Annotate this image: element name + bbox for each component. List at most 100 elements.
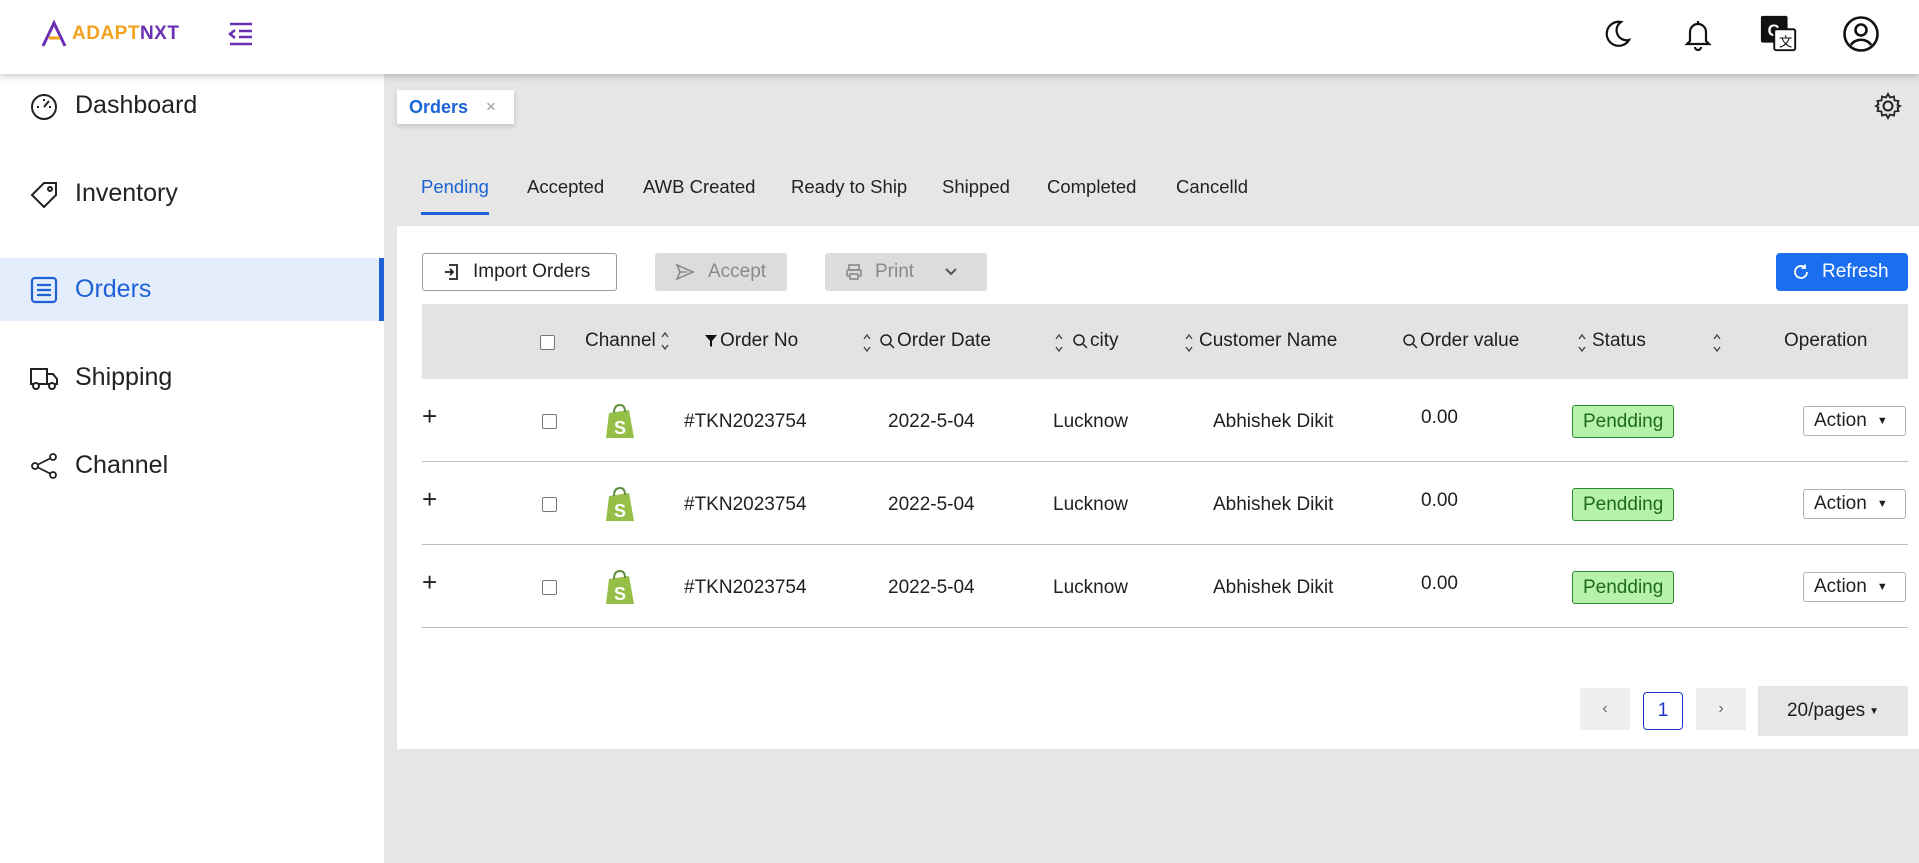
chevron-left-icon: ‹ [1602,700,1608,717]
top-bar: ADAPTNXT G 文 [0,0,1919,74]
page-number-button[interactable]: 1 [1643,692,1683,730]
close-icon[interactable]: × [486,97,496,117]
sort-icon[interactable] [660,330,670,352]
row-checkbox[interactable] [542,580,557,595]
share-icon [31,453,57,479]
brand-name: ADAPTNXT [72,23,180,44]
brand-logo-icon [41,20,67,47]
svg-text:S: S [614,418,626,438]
order-value-cell: 0.00 [1421,573,1458,594]
gear-icon[interactable] [1874,92,1903,125]
column-label: Status [1592,330,1646,351]
sidebar-item-channel[interactable]: Channel [0,434,384,497]
sidebar-item-label: Inventory [75,179,178,207]
tab-cancelled[interactable]: Cancelld [1176,176,1248,198]
city-cell: Lucknow [1053,577,1128,598]
customer-name-cell: Abhishek Dikit [1213,494,1334,515]
refresh-button[interactable]: Refresh [1776,253,1908,291]
shopify-icon: S [606,569,634,604]
customer-name-cell: Abhishek Dikit [1213,411,1334,432]
row-checkbox[interactable] [542,414,557,429]
expand-row-icon[interactable]: + [422,484,437,515]
print-button[interactable]: Print [825,253,987,291]
order-date-cell: 2022-5-04 [888,411,975,432]
column-label: Operation [1784,330,1868,351]
accept-label: Accept [708,261,767,282]
sidebar-item-inventory[interactable]: Inventory [0,162,384,225]
tab-completed[interactable]: Completed [1047,176,1136,198]
sidebar: Dashboard Inventory Orders Shipping Chan… [0,74,384,863]
user-account-icon[interactable] [1841,14,1881,54]
order-date-cell: 2022-5-04 [888,494,975,515]
dashboard-gauge-icon [31,94,57,120]
filter-icon[interactable] [704,333,718,349]
sort-icon[interactable] [1054,332,1064,354]
import-orders-label: Import Orders [473,261,591,282]
notification-bell-icon[interactable] [1678,14,1718,54]
row-checkbox[interactable] [542,497,557,512]
refresh-icon [1794,264,1808,279]
import-icon [445,264,458,280]
action-dropdown[interactable]: Action ▼ [1803,572,1906,602]
sort-icon[interactable] [1712,332,1722,354]
page-tab-orders[interactable]: Orders × [397,90,514,124]
tab-awb-created[interactable]: AWB Created [643,176,755,198]
tab-shipped[interactable]: Shipped [942,176,1010,198]
tag-icon [30,182,57,208]
import-orders-button[interactable]: Import Orders [422,253,617,291]
column-header-order-value[interactable]: Order value [1402,330,1519,352]
dark-mode-icon[interactable] [1597,14,1637,54]
caret-down-icon: ▼ [1869,705,1880,717]
order-no-cell: #TKN2023754 [684,494,807,515]
page-size-select[interactable]: 20/pages ▼ [1758,686,1908,736]
search-icon[interactable] [1072,333,1088,349]
sort-icon[interactable] [1577,332,1587,354]
translate-icon[interactable]: G 文 [1759,14,1799,54]
sidebar-item-orders[interactable]: Orders [0,258,384,321]
select-all-checkbox[interactable] [540,335,555,350]
tab-pending[interactable]: Pending [421,176,489,215]
expand-row-icon[interactable]: + [422,401,437,432]
search-icon[interactable] [879,333,895,349]
chevron-down-icon[interactable] [944,267,958,277]
column-label: Order No [720,330,799,351]
column-header-channel[interactable]: Channel [585,330,670,352]
refresh-label: Refresh [1822,261,1889,282]
action-label: Action [1814,576,1867,597]
column-header-customer-name[interactable]: Customer Name [1199,330,1337,352]
status-badge: Pendding [1572,488,1675,521]
search-icon[interactable] [1402,333,1418,349]
chevron-right-icon: › [1718,700,1724,717]
tab-accepted[interactable]: Accepted [527,176,604,198]
status-badge: Pendding [1572,405,1675,438]
column-header-city[interactable]: city [1072,330,1119,352]
column-header-order-date[interactable]: Order Date [879,330,991,352]
accept-button[interactable]: Accept [655,253,787,291]
previous-page-button[interactable]: ‹ [1580,688,1630,730]
sidebar-item-dashboard[interactable]: Dashboard [0,74,384,137]
list-document-icon [30,276,58,304]
column-label: Channel [585,330,656,351]
tab-ready-to-ship[interactable]: Ready to Ship [791,176,907,198]
sort-icon[interactable] [862,332,872,354]
brand-logo[interactable]: ADAPTNXT [40,20,179,48]
order-no-cell: #TKN2023754 [684,577,807,598]
send-icon [675,263,695,281]
sidebar-item-label: Dashboard [75,91,198,119]
sidebar-item-label: Channel [75,451,169,479]
sort-icon[interactable] [1184,332,1194,354]
order-no-cell: #TKN2023754 [684,411,807,432]
svg-text:S: S [614,501,626,521]
expand-row-icon[interactable]: + [422,567,437,598]
truck-icon [30,368,58,390]
action-dropdown[interactable]: Action ▼ [1803,489,1906,519]
svg-text:S: S [614,584,626,604]
column-header-order-no[interactable]: Order No [704,330,798,352]
next-page-button[interactable]: › [1696,688,1746,730]
sidebar-item-shipping[interactable]: Shipping [0,346,384,409]
order-value-cell: 0.00 [1421,407,1458,428]
table-row: + S #TKN2023754 2022-5-04 Lucknow Abhish… [422,545,1908,628]
collapse-menu-icon[interactable] [226,20,256,53]
action-dropdown[interactable]: Action ▼ [1803,406,1906,436]
column-header-status[interactable]: Status [1592,330,1646,352]
